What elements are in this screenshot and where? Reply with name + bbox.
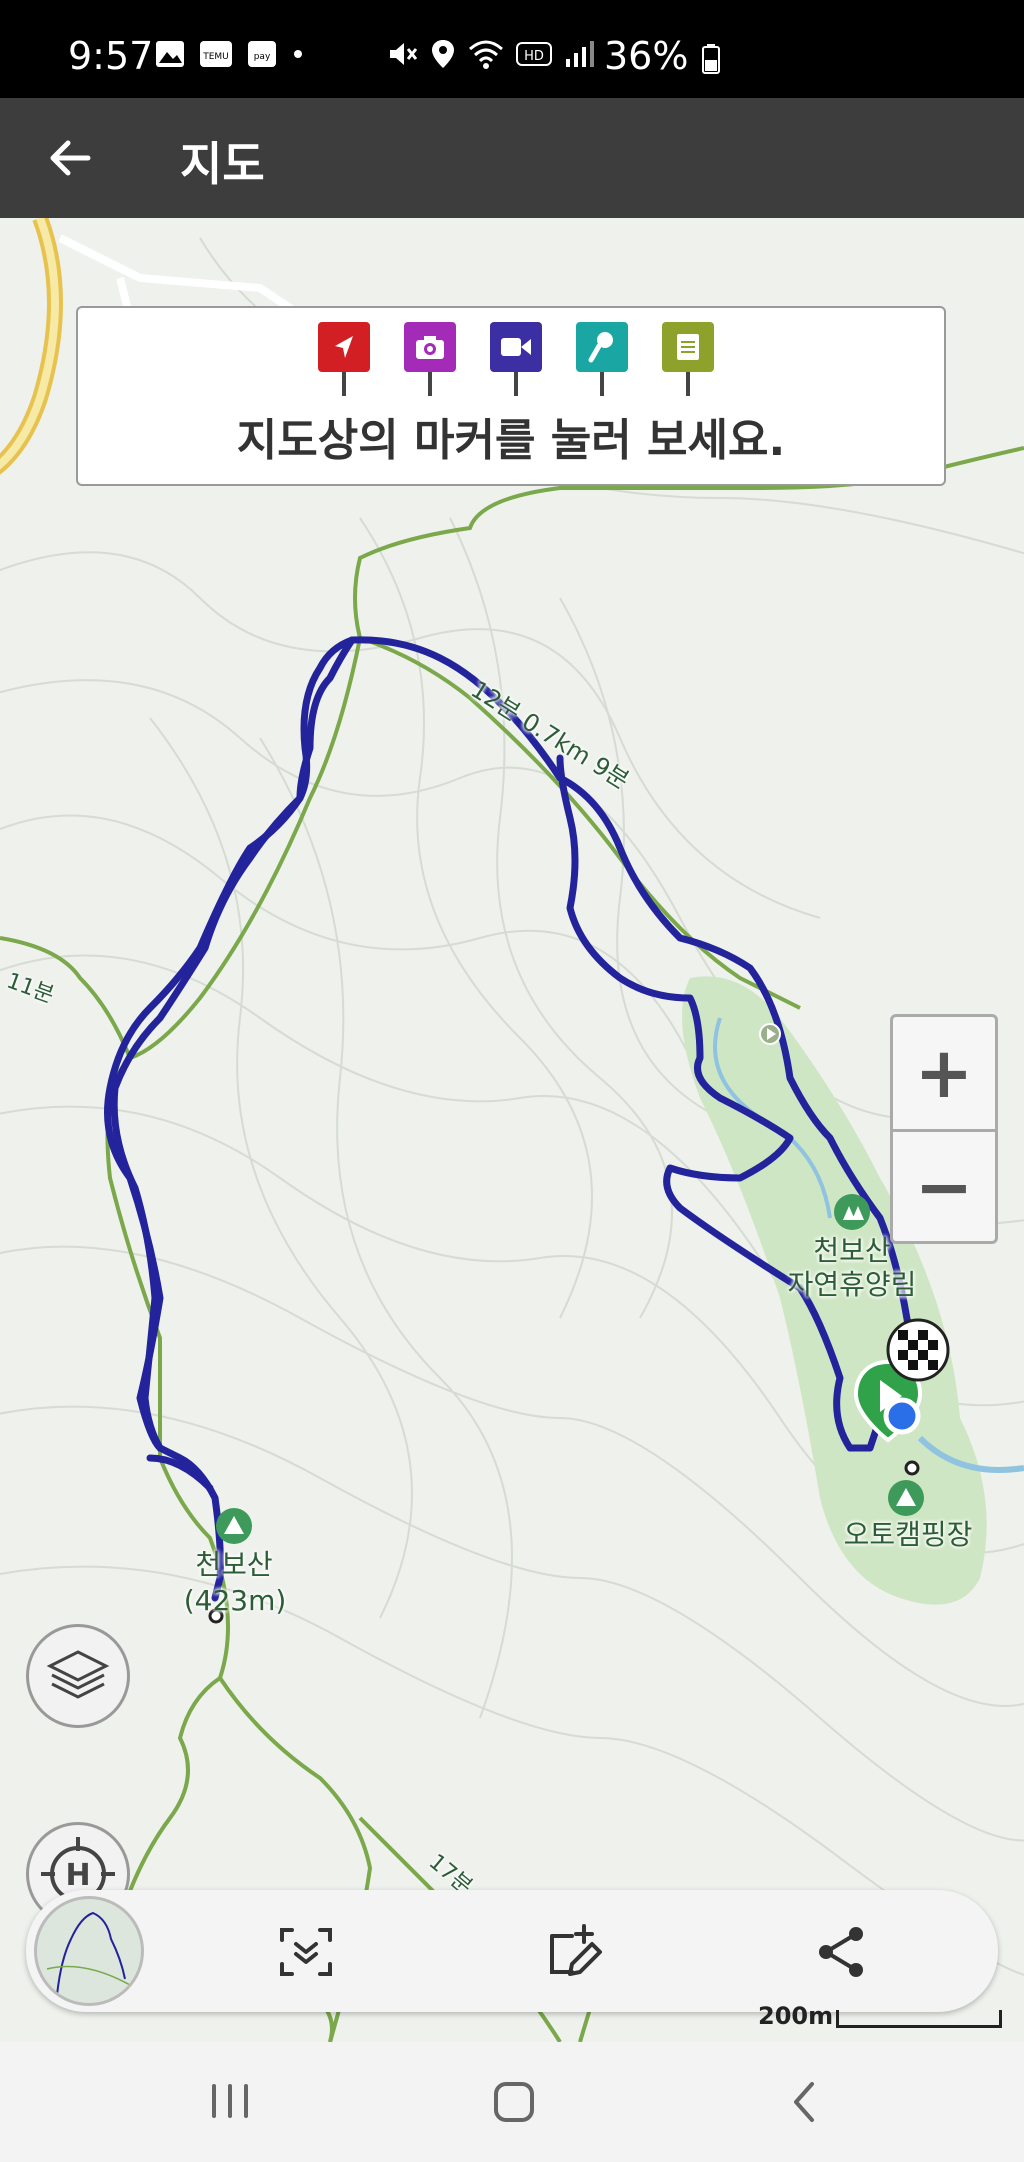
battery-text: 36% <box>604 34 689 78</box>
peak-height-label: (423m) <box>183 1584 287 1617</box>
svg-text:H: H <box>65 1858 90 1893</box>
share-icon <box>819 1927 863 1977</box>
scale-bar <box>836 2010 1002 2028</box>
layers-button[interactable] <box>26 1624 130 1728</box>
dot-icon <box>294 50 302 58</box>
svg-text:HD: HD <box>524 49 544 64</box>
back-arrow-icon <box>50 140 91 176</box>
voice-marker-icon[interactable] <box>576 322 628 398</box>
temu-icon: TEMU <box>200 41 232 67</box>
marker-hint-text: 지도상의 마커를 눌러 보세요. <box>236 415 786 466</box>
notification-icons: TEMU pay <box>155 40 305 68</box>
zoom-control: + − <box>890 1014 998 1244</box>
map-canvas[interactable] <box>0 218 1024 2042</box>
hd-icon: HD <box>516 42 552 66</box>
system-nav-bar <box>0 2042 1024 2162</box>
edit-track-icon <box>550 1924 602 1976</box>
peak-name-label: 천보산 <box>195 1548 273 1581</box>
edit-track-button[interactable] <box>542 1922 602 1982</box>
status-bar: 9:57 TEMU pay HD 36% <box>0 0 1024 98</box>
recent-apps-button[interactable] <box>200 2076 260 2126</box>
memo-marker-icon[interactable] <box>662 322 714 398</box>
forest-marker <box>834 1194 870 1230</box>
status-time: 9:57 <box>68 34 154 78</box>
waypoint-marker-icon[interactable] <box>318 322 370 398</box>
finish-marker <box>886 1318 950 1382</box>
mute-icon <box>390 43 418 65</box>
zoom-out-button[interactable]: − <box>893 1131 995 1243</box>
camping-label: 오토캠핑장 <box>843 1518 973 1551</box>
share-button[interactable] <box>812 1922 872 1982</box>
scale-label: 200m <box>758 2002 834 2030</box>
scan-button[interactable] <box>276 1922 336 1982</box>
back-nav-icon <box>794 2082 814 2122</box>
pay-icon: pay <box>248 41 276 67</box>
back-nav-button[interactable] <box>774 2072 834 2132</box>
gallery-icon <box>156 41 184 67</box>
page-title: 지도 <box>180 137 265 191</box>
battery-icon <box>701 43 720 74</box>
forest-label-line2: 자연휴양림 <box>787 1268 917 1301</box>
recent-apps-icon <box>212 2084 248 2118</box>
minimap-thumbnail[interactable] <box>34 1896 144 2006</box>
signal-icon <box>566 41 594 67</box>
wifi-icon <box>469 40 503 69</box>
battery-percent: 36% <box>604 34 721 78</box>
layers-icon <box>46 1650 110 1699</box>
marker-type-list <box>318 322 714 398</box>
photo-marker-icon[interactable] <box>404 322 456 398</box>
location-icon <box>432 40 454 68</box>
svg-text:pay: pay <box>254 52 271 62</box>
system-icons: HD <box>386 38 594 70</box>
back-button[interactable] <box>40 128 100 188</box>
video-marker-icon[interactable] <box>490 322 542 398</box>
map-view[interactable]: 12분 0.7km 9분 11분 17분 천보산 (423m) 천보산 자연휴양… <box>0 218 1024 2042</box>
scan-icon <box>280 1928 332 1976</box>
home-button[interactable] <box>484 2072 544 2132</box>
home-icon <box>494 2082 534 2122</box>
app-bar: 지도 <box>0 98 1024 218</box>
zoom-in-button[interactable]: + <box>893 1017 995 1132</box>
svg-text:TEMU: TEMU <box>202 52 229 62</box>
current-location-dot <box>883 1397 921 1435</box>
marker-help-panel: 지도상의 마커를 눌러 보세요. <box>76 306 946 486</box>
